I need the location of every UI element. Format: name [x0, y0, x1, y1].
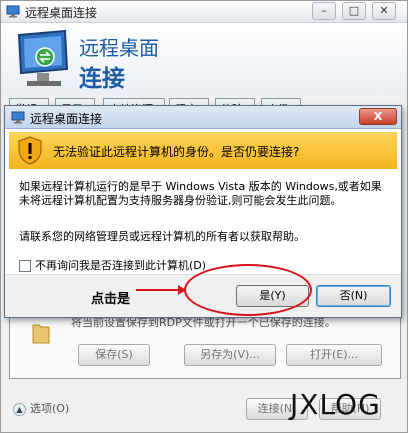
warning-shield-icon — [18, 136, 42, 165]
save-button[interactable]: 保存(S) — [78, 344, 150, 366]
close-button[interactable]: ✕ — [372, 2, 396, 20]
dialog-title: 远程桌面连接 — [30, 112, 103, 126]
monitor-icon — [17, 29, 69, 86]
open-button[interactable]: 打开(E)... — [286, 344, 382, 366]
window-titlebar: 远程桌面连接 – □ ✕ — [1, 1, 407, 23]
annotation-arrow — [136, 285, 186, 295]
maximize-button[interactable]: □ — [342, 2, 366, 20]
options-toggle[interactable]: ▲ 选项(O) — [13, 400, 69, 416]
watermark-text: JXLOG — [290, 388, 381, 421]
dont-ask-again-label: 不再询问我是否连接到此计算机(D) — [35, 259, 207, 272]
connection-settings-text: 将当前设置保存到RDP文件或打开一个已保存的连接。 — [71, 316, 336, 329]
dialog-help-text: 请联系您的网络管理员或远程计算机的所有者以获取帮助。 — [19, 230, 305, 243]
warning-message: 无法验证此远程计算机的身份。是否仍要连接? — [53, 145, 300, 159]
warning-banner: 无法验证此远程计算机的身份。是否仍要连接? — [9, 132, 397, 169]
window-title: 远程桌面连接 — [25, 6, 98, 20]
minimize-button[interactable]: – — [312, 2, 336, 20]
dialog-body-text: 如果远程计算机运行的是早于 Windows Vista 版本的 Windows,… — [19, 180, 382, 207]
save-as-button[interactable]: 另存为(V)... — [184, 344, 276, 366]
chevron-up-icon: ▲ — [13, 402, 26, 416]
dont-ask-again-checkbox[interactable] — [19, 260, 31, 272]
banner-title-line2: 连接 — [79, 66, 125, 92]
dont-ask-again-option[interactable]: 不再询问我是否连接到此计算机(D) — [19, 257, 206, 273]
dialog-titlebar: 远程桌面连接 X — [5, 106, 401, 129]
no-button[interactable]: 否(N) — [316, 285, 391, 307]
folder-icon — [32, 324, 50, 344]
banner-title-line1: 远程桌面 — [79, 36, 159, 60]
annotation-circle — [184, 264, 312, 316]
options-label: 选项(O) — [30, 402, 70, 415]
remote-desktop-icon — [6, 5, 20, 18]
dialog-close-button[interactable]: X — [359, 108, 397, 125]
remote-desktop-icon — [11, 111, 25, 124]
header-banner: 远程桌面 连接 — [1, 23, 407, 95]
annotation-click-yes: 点击是 — [91, 292, 131, 307]
